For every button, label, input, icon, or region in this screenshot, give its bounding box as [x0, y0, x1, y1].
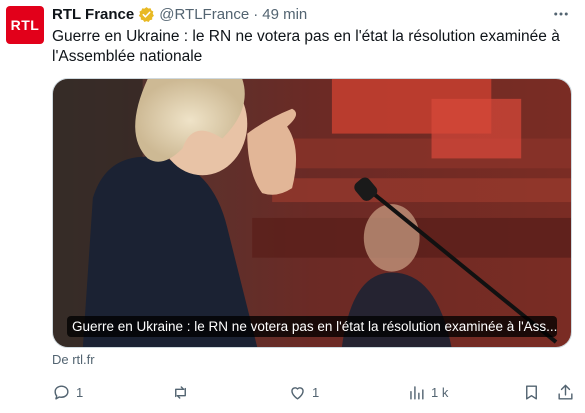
reply-icon [54, 385, 69, 400]
verified-badge-icon [139, 6, 155, 22]
like-button[interactable]: 1 [288, 383, 319, 402]
avatar[interactable]: RTL [6, 6, 44, 44]
tweet-text: Guerre en Ukraine : le RN ne votera pas … [52, 28, 560, 65]
author-handle[interactable]: @RTLFrance [159, 6, 249, 23]
tweet-header: RTL France @RTLFrance · 49 min [52, 4, 307, 24]
reply-count: 1 [76, 385, 84, 400]
views-button[interactable]: 1 k [407, 383, 448, 402]
more-icon[interactable] [551, 4, 571, 24]
timestamp[interactable]: 49 min [262, 6, 307, 23]
like-count: 1 [312, 385, 320, 400]
avatar-logo-text: RTL [10, 17, 40, 33]
card-image [53, 79, 571, 347]
repost-button[interactable] [171, 383, 195, 402]
link-card[interactable]: Guerre en Ukraine : le RN ne votera pas … [52, 78, 572, 348]
card-caption: Guerre en Ukraine : le RN ne votera pas … [67, 316, 557, 337]
bookmark-icon [526, 385, 537, 400]
views-icon [410, 386, 424, 400]
like-icon [291, 387, 304, 400]
reply-button[interactable]: 1 [52, 383, 83, 402]
separator-dot: · [253, 5, 259, 23]
action-bar: 1 1 1 k [52, 383, 577, 405]
card-source[interactable]: De rtl.fr [52, 352, 95, 367]
share-button[interactable] [556, 383, 575, 402]
share-icon [558, 384, 573, 400]
bookmark-button[interactable] [522, 383, 541, 402]
repost-icon [175, 386, 186, 399]
views-count: 1 k [431, 385, 449, 400]
author-name[interactable]: RTL France [52, 6, 134, 23]
